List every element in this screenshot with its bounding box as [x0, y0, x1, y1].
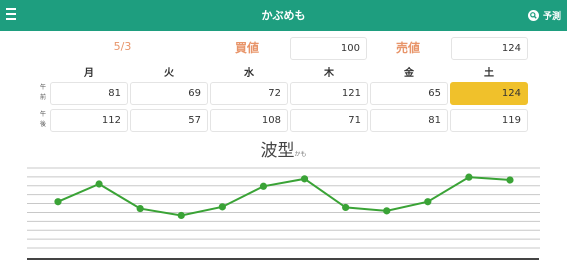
sell-price-label: 売値: [395, 41, 420, 55]
date-text: 5/3: [113, 40, 132, 53]
price-point-9: [424, 198, 432, 206]
pm-price-mon[interactable]: 112: [50, 109, 128, 132]
pattern-name: 波型: [260, 141, 295, 161]
pattern-qualifier: かも: [294, 151, 307, 158]
day-header-mon: 月: [84, 68, 94, 79]
pm-price-fri[interactable]: 81: [370, 109, 448, 132]
sell-price-input[interactable]: 124: [451, 37, 528, 60]
day-header-fri: 金: [404, 68, 414, 79]
price-point-7: [342, 203, 350, 212]
price-point-10: [465, 173, 473, 181]
am-row-label: 午 前: [39, 84, 46, 101]
am-price-tue[interactable]: 69: [130, 82, 208, 105]
price-line-chart: [27, 167, 540, 249]
am-price-wed[interactable]: 72: [210, 82, 288, 105]
am-price-fri[interactable]: 65: [370, 82, 448, 105]
pm-price-thu[interactable]: 71: [290, 109, 368, 132]
bottom-divider: [27, 258, 539, 260]
buy-price-input[interactable]: 100: [290, 37, 367, 60]
pm-price-sat[interactable]: 119: [450, 109, 528, 132]
am-price-thu[interactable]: 121: [290, 82, 368, 105]
price-point-2: [136, 204, 144, 213]
day-header-wed: 水: [244, 68, 254, 79]
am-price-sat[interactable]: 124: [450, 82, 528, 105]
am-price-mon[interactable]: 81: [50, 82, 128, 105]
pm-price-wed[interactable]: 108: [210, 109, 288, 132]
predict-label: 予測: [542, 11, 561, 22]
predict-button[interactable]: 予測: [527, 6, 561, 24]
search-icon: [527, 9, 539, 21]
pm-price-tue[interactable]: 57: [130, 109, 208, 132]
price-point-6: [300, 175, 309, 183]
price-series-line: [57, 176, 511, 217]
buy-price-label: 買値: [234, 41, 259, 55]
pm-row-label: 午 後: [39, 111, 46, 128]
price-point-5: [259, 182, 268, 190]
day-header-tue: 火: [164, 68, 174, 79]
price-point-4: [218, 203, 226, 211]
price-point-0: [54, 198, 62, 206]
price-point-8: [383, 207, 391, 215]
price-point-3: [177, 211, 185, 220]
price-point-1: [95, 180, 103, 188]
app-header: かぶめも 予測: [0, 0, 567, 31]
app-title: かぶめも: [261, 9, 306, 22]
day-header-thu: 木: [324, 68, 334, 79]
price-point-11: [506, 176, 514, 184]
day-header-sat: 土: [484, 68, 494, 79]
pattern-title: 波型かも: [0, 136, 567, 161]
